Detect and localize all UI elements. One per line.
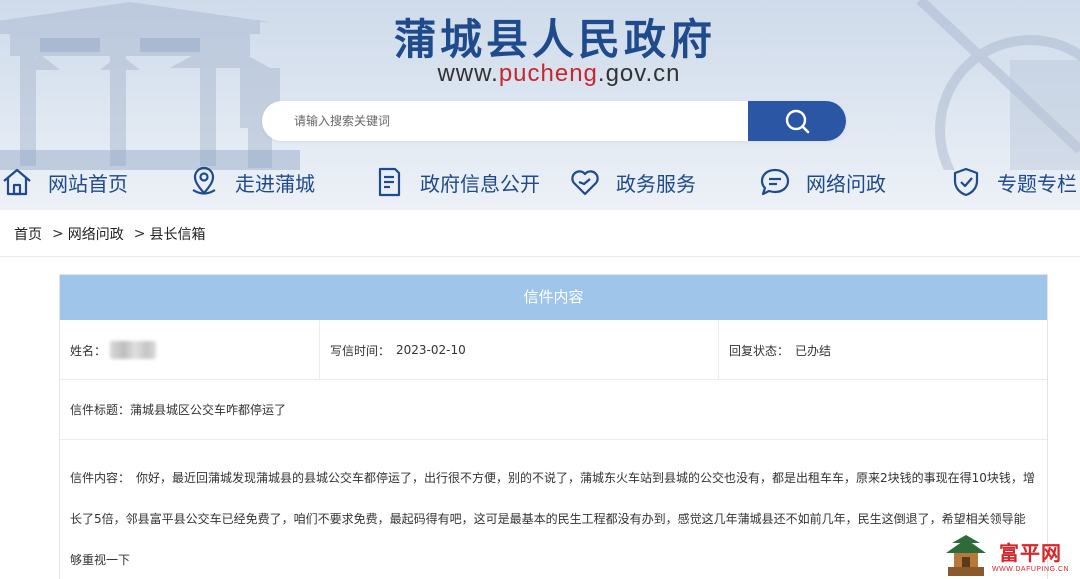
letter-info-row: 姓名： 写信时间： 2023-02-10 回复状态： 已办结 bbox=[60, 320, 1047, 380]
nav-label: 网站首页 bbox=[48, 171, 128, 196]
location-pin-icon bbox=[187, 165, 221, 199]
search-icon bbox=[785, 109, 810, 134]
sender-name-redacted bbox=[110, 341, 157, 359]
nav-label: 政府信息公开 bbox=[420, 171, 540, 196]
nav-item-about[interactable]: 走进蒲城 bbox=[187, 154, 315, 210]
send-time-value: 2023-02-10 bbox=[396, 343, 466, 357]
nav-item-online-consult[interactable]: 网络问政 bbox=[758, 154, 886, 210]
letter-header: 信件内容 bbox=[60, 275, 1047, 320]
url-highlight: pucheng bbox=[498, 60, 598, 87]
reply-status-cell: 回复状态： 已办结 bbox=[719, 320, 1047, 380]
breadcrumb: 首页 > 网络问政 > 县长信箱 bbox=[14, 222, 205, 246]
content-label: 信件内容： bbox=[70, 471, 131, 485]
reply-status-value: 已办结 bbox=[795, 343, 832, 358]
chat-bubble-icon bbox=[758, 165, 792, 199]
content-value: 你好，最近回蒲城发现蒲城县的县城公交车都停运了，出行很不方便，别的不说了，蒲城东… bbox=[70, 471, 1035, 567]
nav-label: 走进蒲城 bbox=[235, 171, 315, 196]
heart-icon bbox=[568, 165, 602, 199]
breadcrumb-online-consult[interactable]: 网络问政 bbox=[68, 224, 124, 244]
url-prefix: www. bbox=[437, 60, 499, 87]
site-header: 蒲城县人民政府 www.pucheng.gov.cn 网站首页 bbox=[0, 0, 1080, 210]
letter-subject-row: 信件标题： 蒲城县城区公交车咋都停运了 bbox=[60, 380, 1047, 440]
nav-label: 专题专栏 bbox=[997, 171, 1077, 196]
sender-name-cell: 姓名： bbox=[60, 320, 320, 380]
letter-content: 信件内容： 你好，最近回蒲城发现蒲城县的县城公交车都停运了，出行很不方便，别的不说… bbox=[60, 440, 1047, 579]
breadcrumb-separator: > bbox=[52, 226, 64, 242]
main-nav: 网站首页 走进蒲城 政府信息公开 政务服务 网络问政 专题专栏 bbox=[0, 154, 1080, 210]
site-url[interactable]: www.pucheng.gov.cn bbox=[0, 60, 1080, 88]
url-suffix: .gov.cn bbox=[597, 60, 681, 87]
subject-label: 信件标题： bbox=[70, 403, 131, 417]
letter-panel: 信件内容 姓名： 写信时间： 2023-02-10 回复状态： 已办结 信件标题… bbox=[59, 274, 1048, 579]
search-button[interactable] bbox=[748, 101, 846, 141]
search-input[interactable] bbox=[262, 101, 748, 141]
breadcrumb-divider bbox=[0, 256, 1080, 257]
watermark-domain: WWW.DAFUPING.CN bbox=[992, 565, 1070, 573]
send-time-cell: 写信时间： 2023-02-10 bbox=[320, 320, 719, 380]
watermark-logo: 富平网 WWW.DAFUPING.CN bbox=[946, 530, 1080, 579]
sender-name-label: 姓名： bbox=[70, 343, 107, 358]
breadcrumb-mailbox[interactable]: 县长信箱 bbox=[149, 224, 205, 244]
watermark-name: 富平网 bbox=[999, 540, 1063, 565]
nav-item-info-disclosure[interactable]: 政府信息公开 bbox=[372, 154, 540, 210]
shield-check-icon bbox=[949, 165, 983, 199]
nav-label: 网络问政 bbox=[806, 171, 886, 196]
search-bar bbox=[262, 101, 846, 141]
home-icon bbox=[0, 165, 34, 199]
watermark-text: 富平网 WWW.DAFUPING.CN bbox=[992, 537, 1069, 573]
breadcrumb-home[interactable]: 首页 bbox=[14, 224, 42, 244]
subject-value: 蒲城县城区公交车咋都停运了 bbox=[130, 403, 287, 417]
tower-logo-icon bbox=[946, 534, 986, 576]
send-time-label: 写信时间： bbox=[330, 343, 391, 358]
breadcrumb-separator: > bbox=[133, 226, 146, 242]
nav-label: 政务服务 bbox=[616, 171, 696, 196]
site-title: 蒲城县人民政府 bbox=[393, 15, 716, 64]
nav-item-home[interactable]: 网站首页 bbox=[0, 154, 128, 210]
document-icon bbox=[372, 165, 406, 199]
reply-status-label: 回复状态： bbox=[729, 343, 790, 358]
nav-item-special-topics[interactable]: 专题专栏 bbox=[949, 154, 1077, 210]
nav-item-services[interactable]: 政务服务 bbox=[568, 154, 696, 210]
